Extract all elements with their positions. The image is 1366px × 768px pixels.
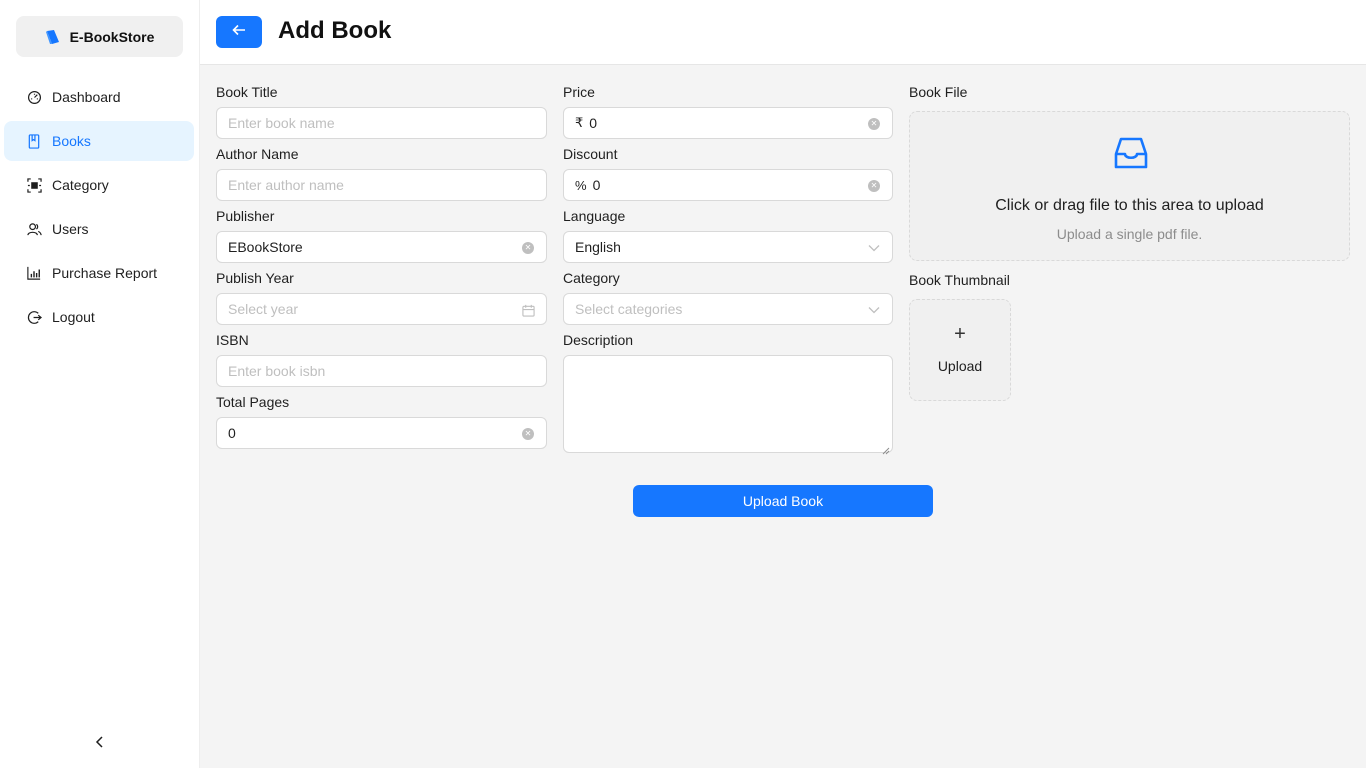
price-input[interactable]: ₹ 0 ✕ (563, 107, 893, 139)
arrow-left-icon (232, 23, 246, 41)
sidebar-item-label: Books (52, 133, 91, 149)
clear-icon[interactable]: ✕ (521, 427, 535, 441)
chevron-left-icon (94, 735, 106, 754)
language-value: English (575, 239, 621, 255)
description-textarea[interactable] (563, 355, 893, 455)
rupee-icon: ₹ (575, 115, 584, 130)
bar-chart-icon (26, 265, 42, 281)
upload-hint: Upload a single pdf file. (1056, 226, 1203, 242)
sidebar-item-category[interactable]: Category (4, 165, 194, 205)
calendar-icon (521, 303, 535, 317)
total-pages-input[interactable]: 0 ✕ (216, 417, 547, 449)
book-file-dropzone[interactable]: Click or drag file to this area to uploa… (909, 111, 1350, 261)
author-name-input[interactable]: Enter author name (216, 169, 547, 201)
description-label: Description (563, 332, 634, 348)
category-label: Category (563, 270, 620, 286)
logout-icon (26, 309, 42, 325)
brand-logo[interactable]: E-BookStore (16, 16, 183, 57)
page-title: Add Book (278, 17, 392, 44)
clear-icon[interactable]: ✕ (867, 179, 881, 193)
sidebar-item-books[interactable]: Books (4, 121, 194, 161)
sidebar-item-logout[interactable]: Logout (4, 297, 194, 337)
language-label: Language (563, 208, 626, 224)
publisher-value: EBookStore (228, 239, 303, 255)
sidebar-item-label: Category (52, 177, 109, 193)
isbn-label: ISBN (216, 332, 249, 348)
resize-handle-icon[interactable] (882, 442, 890, 455)
sidebar-item-label: Purchase Report (52, 265, 158, 281)
discount-input[interactable]: % 0 ✕ (563, 169, 893, 201)
category-icon (26, 177, 42, 193)
publish-year-placeholder: Select year (228, 301, 299, 317)
publish-year-label: Publish Year (216, 270, 294, 286)
price-label: Price (563, 84, 595, 100)
book-file-label: Book File (909, 84, 968, 100)
percent-icon: % (575, 177, 587, 193)
sidebar-item-label: Logout (52, 309, 95, 325)
isbn-input[interactable]: Enter book isbn (216, 355, 547, 387)
book-title-label: Book Title (216, 84, 278, 100)
sidebar-item-label: Dashboard (52, 89, 121, 105)
users-icon (26, 221, 42, 237)
thumbnail-upload-button[interactable]: + Upload (909, 299, 1011, 401)
back-button[interactable] (216, 16, 262, 48)
sidebar-item-dashboard[interactable]: Dashboard (4, 77, 194, 117)
book-thumbnail-label: Book Thumbnail (909, 272, 1010, 288)
author-name-label: Author Name (216, 146, 299, 162)
sidebar-item-users[interactable]: Users (4, 209, 194, 249)
clear-icon[interactable]: ✕ (867, 117, 881, 131)
dashboard-icon (26, 89, 42, 105)
discount-label: Discount (563, 146, 618, 162)
plus-icon: + (954, 323, 966, 345)
author-name-placeholder: Enter author name (228, 177, 344, 193)
chevron-down-icon (867, 241, 881, 255)
total-pages-label: Total Pages (216, 394, 290, 410)
publisher-label: Publisher (216, 208, 275, 224)
category-placeholder: Select categories (575, 301, 683, 317)
sidebar-item-label: Users (52, 221, 89, 237)
brand-name: E-BookStore (69, 28, 155, 45)
isbn-placeholder: Enter book isbn (228, 363, 326, 379)
category-select[interactable]: Select categories (563, 293, 893, 325)
price-value: 0 (589, 115, 598, 131)
total-pages-value: 0 (228, 425, 236, 441)
page-header: Add Book (200, 0, 1366, 65)
language-select[interactable]: English (563, 231, 893, 263)
chevron-down-icon (867, 303, 881, 317)
sidebar: E-BookStore Dashboard Books Category Use… (0, 0, 200, 768)
book-title-input[interactable]: Enter book name (216, 107, 547, 139)
upload-instruction: Click or drag file to this area to uploa… (995, 197, 1264, 214)
publish-year-picker[interactable]: Select year (216, 293, 547, 325)
book-icon (26, 133, 42, 149)
book-title-placeholder: Enter book name (228, 115, 335, 131)
discount-value: 0 (592, 177, 601, 193)
book-icon (45, 29, 61, 45)
upload-book-button[interactable]: Upload Book (633, 485, 933, 517)
thumbnail-upload-label: Upload (937, 358, 983, 374)
clear-icon[interactable]: ✕ (521, 241, 535, 255)
collapse-sidebar-button[interactable] (90, 734, 110, 754)
inbox-icon (1112, 134, 1150, 172)
publisher-input[interactable]: EBookStore ✕ (216, 231, 547, 263)
sidebar-item-purchase-report[interactable]: Purchase Report (4, 253, 194, 293)
sidebar-nav: Dashboard Books Category Users Purchase … (4, 77, 194, 341)
